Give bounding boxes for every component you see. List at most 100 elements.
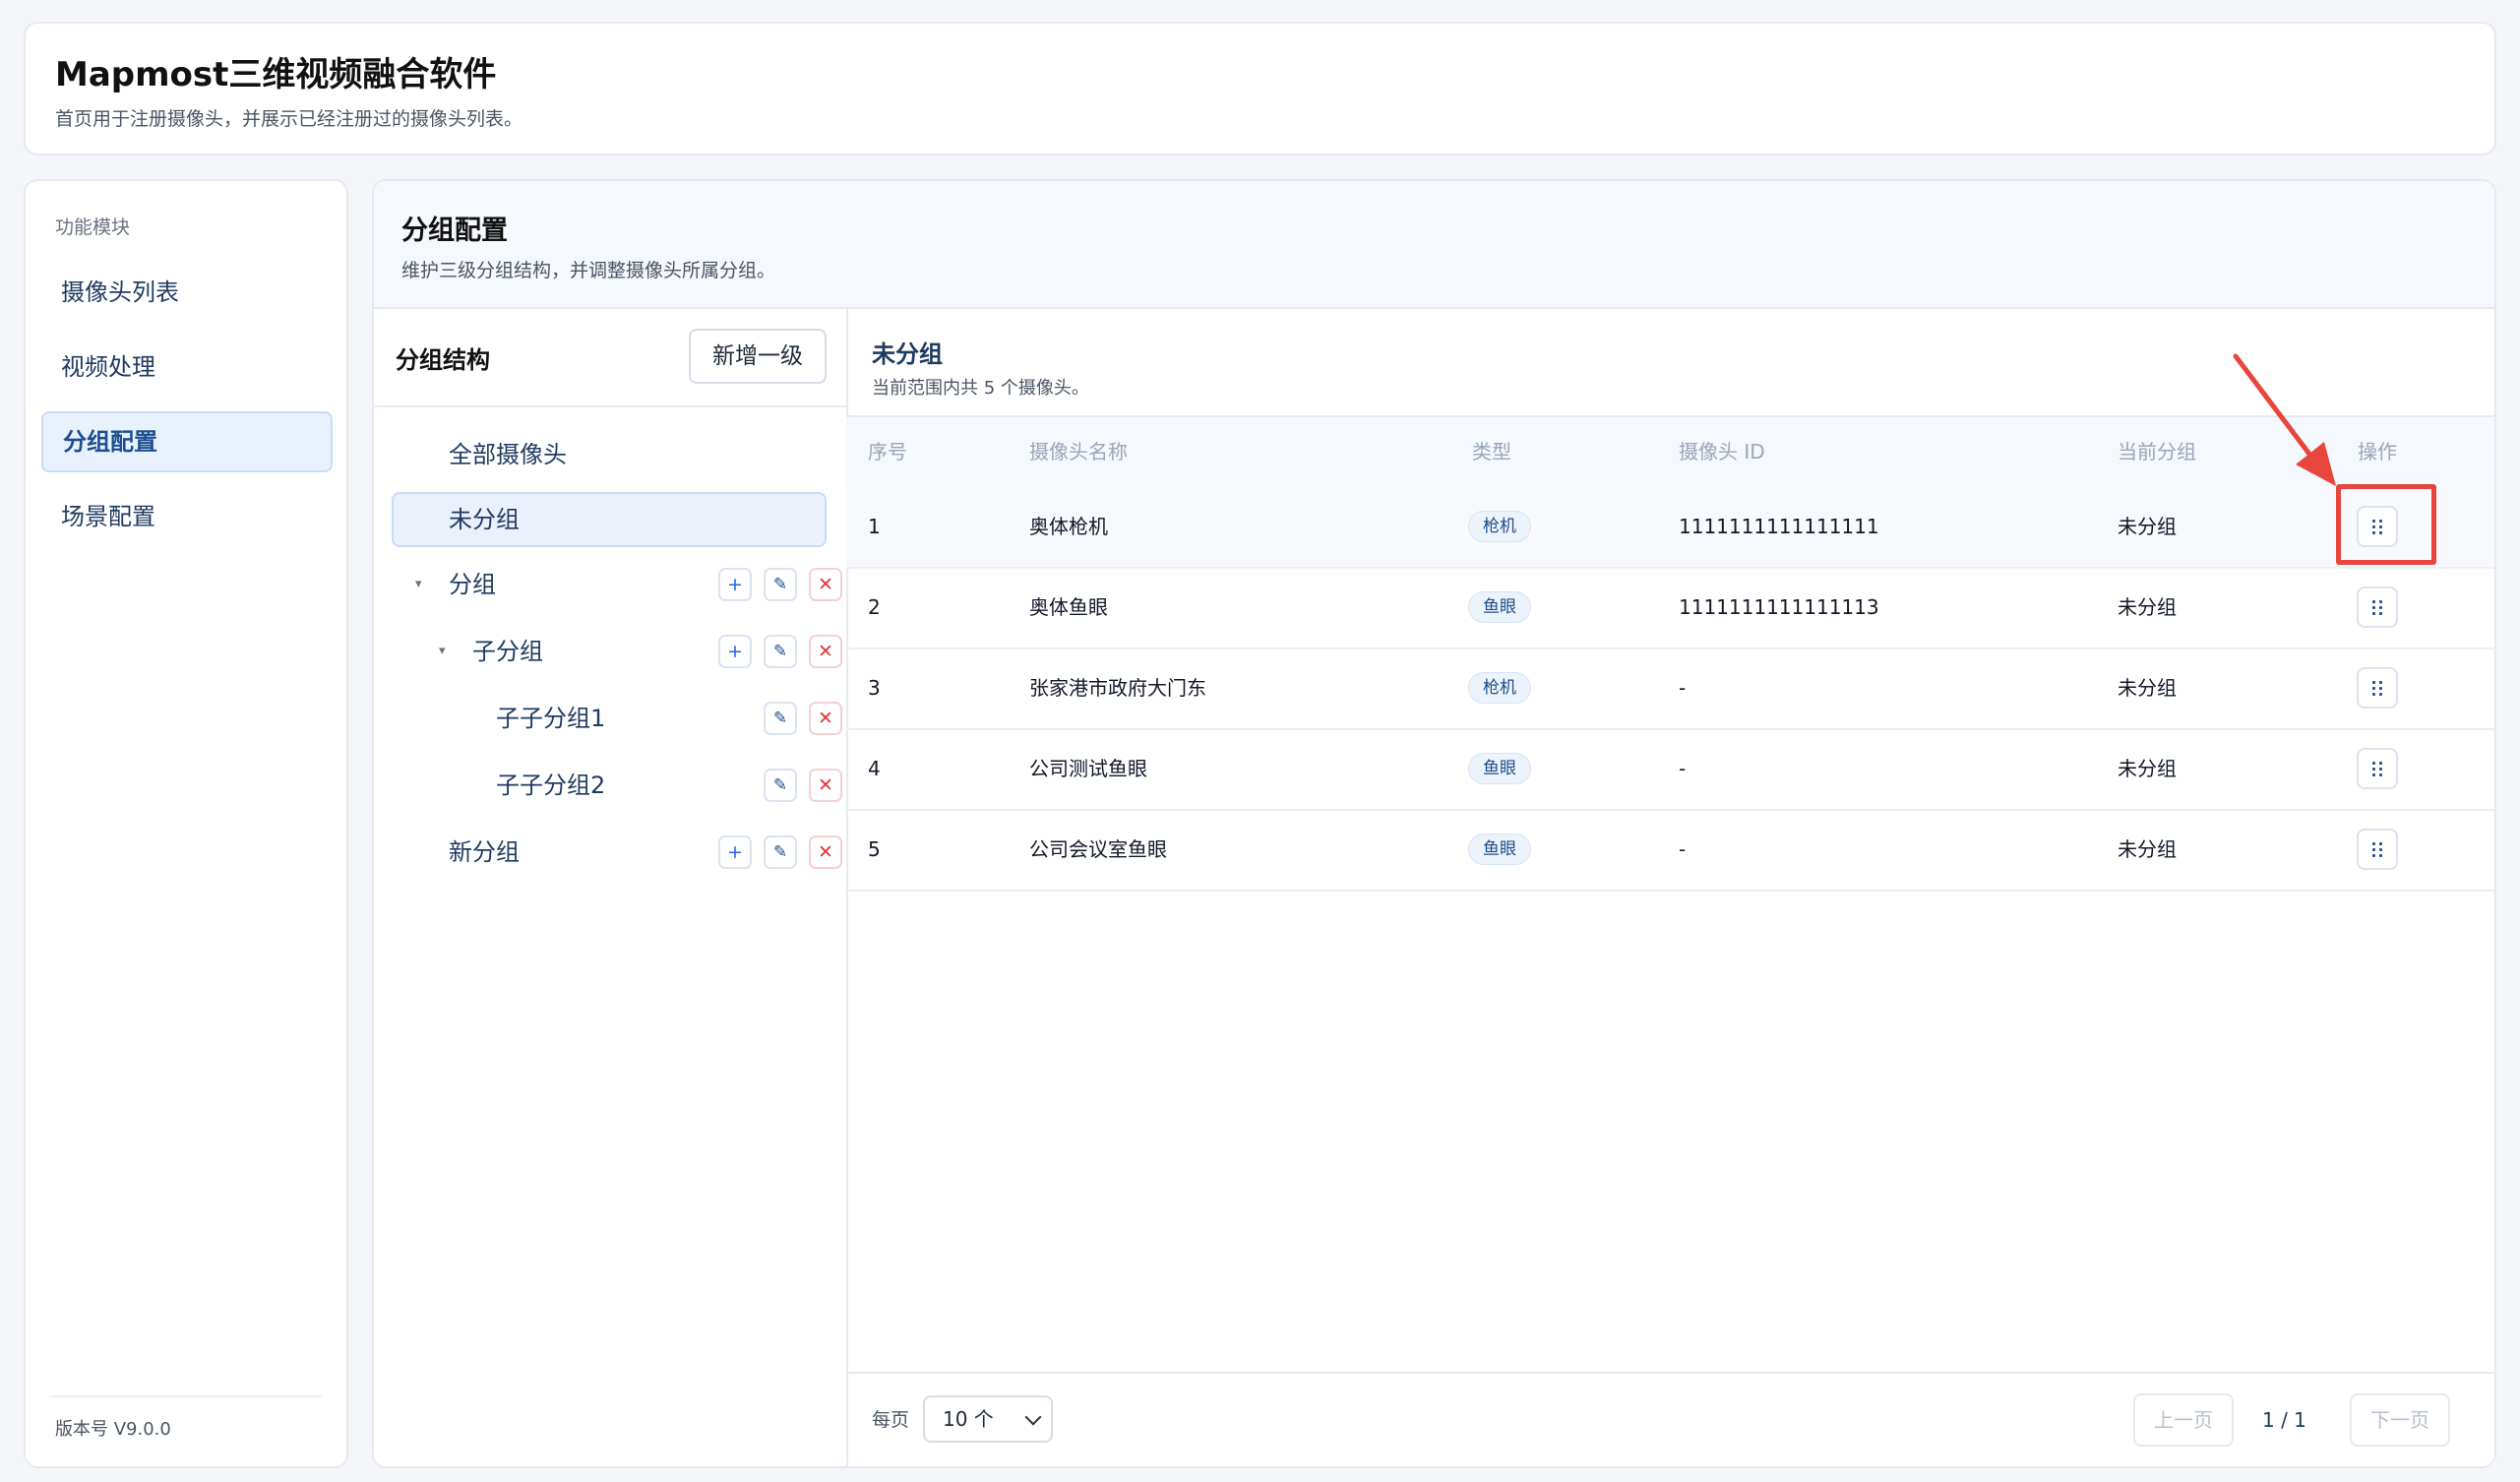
tree-node-label: 子分组 [472,638,543,665]
column-header-name: 摄像头名称 [1029,440,1128,463]
sidebar-item-label: 视频处理 [61,353,155,381]
table-row[interactable]: 4 公司测试鱼眼 鱼眼 - 未分组 [846,728,2494,811]
table-row[interactable]: 3 张家港市政府大门东 枪机 - 未分组 [846,648,2494,730]
tree-node-subsubgroup-2[interactable]: 子子分组2 ✎ ✕ [392,758,842,813]
tree-node-new-group[interactable]: 新分组 + ✎ ✕ [392,825,842,880]
tree-node-all-cameras[interactable]: 全部摄像头 [392,427,827,482]
sidebar-item-camera-list[interactable]: 摄像头列表 [41,262,333,323]
add-top-level-button[interactable]: 新增一级 [689,329,827,384]
tree-node-label: 未分组 [449,506,520,533]
table-row[interactable]: 5 公司会议室鱼眼 鱼眼 - 未分组 [846,809,2494,892]
caret-down-icon[interactable]: ▾ [439,624,446,679]
sidebar-item-group-config[interactable]: 分组配置 [41,411,333,472]
type-badge: 枪机 [1468,672,1531,704]
per-page-select[interactable]: 10 个 [923,1395,1053,1443]
table-row[interactable]: 2 奥体鱼眼 鱼眼 1111111111111113 未分组 [846,567,2494,649]
pagination: 每页 10 个 上一页 1 / 1 下一页 [846,1372,2494,1466]
type-badge: 枪机 [1468,511,1531,542]
cell-group: 未分组 [2118,595,2177,619]
panel-header: 分组配置 维护三级分组结构，并调整摄像头所属分组。 [374,181,2494,309]
list-subtitle: 当前范围内共 5 个摄像头。 [872,378,1089,399]
sidebar-item-video-processing[interactable]: 视频处理 [41,337,333,398]
drag-handle-icon[interactable] [2357,667,2398,709]
tree-node-label: 分组 [449,571,496,598]
sidebar-divider [49,1395,323,1397]
prev-page-button[interactable]: 上一页 [2133,1393,2234,1447]
column-header-actions: 操作 [2358,440,2397,463]
plus-icon[interactable]: + [718,568,752,601]
plus-icon[interactable]: + [718,635,752,668]
cell-camera-id: - [1679,757,1687,780]
cell-camera-id: - [1679,676,1687,700]
pencil-icon[interactable]: ✎ [764,769,797,802]
cell-group: 未分组 [2118,757,2177,780]
tree-node-label: 全部摄像头 [449,441,567,468]
plus-icon[interactable]: + [718,835,752,869]
app-header: Mapmost三维视频融合软件 首页用于注册摄像头，并展示已经注册过的摄像头列表… [24,22,2496,155]
column-header-index: 序号 [868,440,907,463]
drag-handle-icon[interactable] [2357,587,2398,628]
page-title: 分组配置 [401,216,508,246]
close-icon[interactable]: ✕ [809,635,842,668]
app-title: Mapmost三维视频融合软件 [55,55,497,94]
tree-node-label: 子子分组1 [496,705,606,732]
type-badge: 鱼眼 [1468,753,1531,784]
version-label: 版本号 V9.0.0 [55,1419,171,1440]
app-subtitle: 首页用于注册摄像头，并展示已经注册过的摄像头列表。 [55,108,523,130]
cell-group: 未分组 [2118,837,2177,861]
close-icon[interactable]: ✕ [809,769,842,802]
sidebar-item-label: 场景配置 [61,503,155,530]
sidebar-item-label: 摄像头列表 [61,278,179,306]
cell-index: 4 [868,757,881,780]
list-title: 未分组 [872,340,943,368]
type-badge: 鱼眼 [1468,591,1531,623]
group-tree: 分组结构 新增一级 全部摄像头 未分组 ▾ 分组 + ✎ ✕ ▾ 子分组 + ✎… [374,307,848,1466]
annotation-highlight-box [2336,484,2436,565]
close-icon[interactable]: ✕ [809,702,842,735]
cell-index: 1 [868,515,881,538]
group-config-panel: 分组配置 维护三级分组结构，并调整摄像头所属分组。 分组结构 新增一级 全部摄像… [372,179,2496,1468]
table-header: 序号 摄像头名称 类型 摄像头 ID 当前分组 操作 [846,415,2494,488]
cell-index: 2 [868,595,881,619]
cell-name: 公司会议室鱼眼 [1029,837,1167,861]
group-tree-header: 分组结构 新增一级 [374,307,846,407]
tree-node-label: 新分组 [449,838,520,866]
per-page-value: 10 个 [943,1407,994,1431]
close-icon[interactable]: ✕ [809,568,842,601]
sidebar: 功能模块 摄像头列表 视频处理 分组配置 场景配置 版本号 V9.0.0 [24,179,348,1468]
pencil-icon[interactable]: ✎ [764,702,797,735]
cell-name: 奥体鱼眼 [1029,595,1108,619]
sidebar-item-label: 分组配置 [63,428,157,456]
cell-group: 未分组 [2118,676,2177,700]
cell-camera-id: 1111111111111113 [1679,595,1879,619]
tree-node-subgroup[interactable]: ▾ 子分组 + ✎ ✕ [392,624,842,679]
cell-name: 张家港市政府大门东 [1029,676,1206,700]
table-row[interactable]: 1 奥体枪机 枪机 1111111111111111 未分组 [846,486,2494,569]
sidebar-section-label: 功能模块 [55,216,131,238]
chevron-down-icon [1024,1408,1042,1426]
close-icon[interactable]: ✕ [809,835,842,869]
tree-node-subsubgroup-1[interactable]: 子子分组1 ✎ ✕ [392,691,842,746]
group-tree-title: 分组结构 [396,346,490,374]
per-page-label: 每页 [872,1409,910,1431]
page-info: 1 / 1 [2262,1408,2306,1432]
cell-camera-id: - [1679,837,1687,861]
cell-index: 5 [868,837,881,861]
column-header-group: 当前分组 [2118,440,2196,463]
cell-index: 3 [868,676,881,700]
tree-node-ungrouped[interactable]: 未分组 [392,492,827,547]
cell-group: 未分组 [2118,515,2177,538]
next-page-button[interactable]: 下一页 [2350,1393,2450,1447]
type-badge: 鱼眼 [1468,834,1531,865]
pencil-icon[interactable]: ✎ [764,835,797,869]
column-header-type: 类型 [1472,440,1511,463]
pencil-icon[interactable]: ✎ [764,568,797,601]
tree-node-group[interactable]: ▾ 分组 + ✎ ✕ [392,557,842,612]
caret-down-icon[interactable]: ▾ [415,557,422,612]
drag-handle-icon[interactable] [2357,829,2398,870]
pencil-icon[interactable]: ✎ [764,635,797,668]
drag-handle-icon[interactable] [2357,748,2398,789]
sidebar-item-scene-config[interactable]: 场景配置 [41,486,333,547]
tree-node-label: 子子分组2 [496,772,606,799]
cell-name: 奥体枪机 [1029,515,1108,538]
